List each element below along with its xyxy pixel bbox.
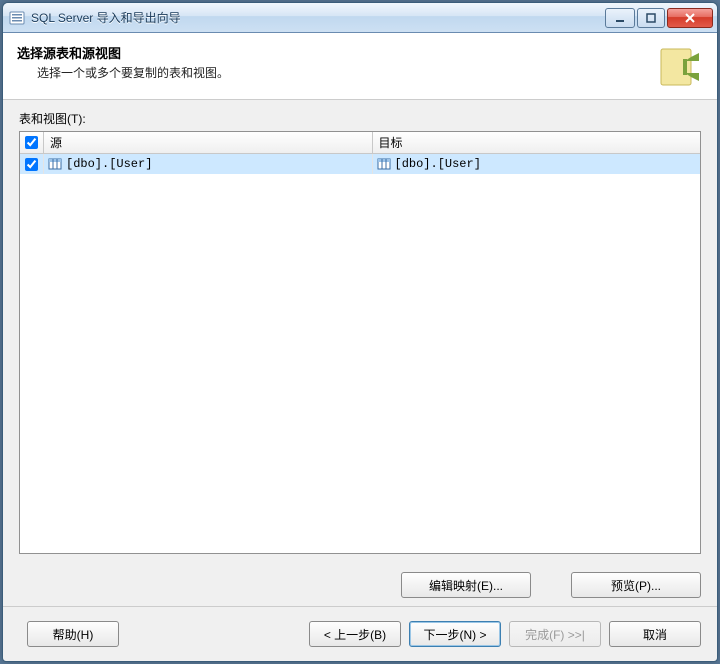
tables-label: 表和视图(T): <box>19 110 701 127</box>
row-source-text: [dbo].[User] <box>66 157 152 171</box>
help-button[interactable]: 帮助(H) <box>27 621 119 647</box>
header-checkbox-cell[interactable] <box>20 132 44 153</box>
row-checkbox[interactable] <box>25 158 38 171</box>
window-controls <box>605 8 713 28</box>
wizard-header: 选择源表和源视图 选择一个或多个要复制的表和视图。 <box>3 33 717 100</box>
cancel-button[interactable]: 取消 <box>609 621 701 647</box>
wizard-footer: 帮助(H) < 上一步(B) 下一步(N) > 完成(F) >>| 取消 <box>3 606 717 661</box>
row-target-text: [dbo].[User] <box>395 157 481 171</box>
preview-button[interactable]: 预览(P)... <box>571 572 701 598</box>
select-all-checkbox[interactable] <box>25 136 38 149</box>
row-checkbox-cell[interactable] <box>20 154 44 174</box>
column-header-source[interactable]: 源 <box>44 132 373 153</box>
edit-mapping-button[interactable]: 编辑映射(E)... <box>401 572 531 598</box>
next-button[interactable]: 下一步(N) > <box>409 621 501 647</box>
close-button[interactable] <box>667 8 713 28</box>
app-icon <box>9 10 25 26</box>
column-header-target[interactable]: 目标 <box>373 132 701 153</box>
wizard-header-icon <box>655 43 703 91</box>
row-source-cell[interactable]: [dbo].[User] <box>44 154 373 174</box>
title-bar[interactable]: SQL Server 导入和导出向导 <box>3 3 717 33</box>
grid-header: 源 目标 <box>20 132 700 154</box>
table-icon <box>48 157 62 171</box>
mapping-buttons-row: 编辑映射(E)... 预览(P)... <box>3 560 717 606</box>
maximize-button[interactable] <box>637 8 665 28</box>
page-subtitle: 选择一个或多个要复制的表和视图。 <box>17 64 645 81</box>
grid-body: [dbo].[User] [dbo].[User] <box>20 154 700 553</box>
wizard-window: SQL Server 导入和导出向导 选择源表和源视图 选择一个或多个要复制的表… <box>2 2 718 662</box>
tables-grid[interactable]: 源 目标 [dbo].[User] <box>19 131 701 554</box>
window-title: SQL Server 导入和导出向导 <box>31 9 605 26</box>
row-target-cell[interactable]: [dbo].[User] <box>373 154 701 174</box>
finish-button[interactable]: 完成(F) >>| <box>509 621 601 647</box>
page-title: 选择源表和源视图 <box>17 43 645 62</box>
table-icon <box>377 157 391 171</box>
table-row[interactable]: [dbo].[User] [dbo].[User] <box>20 154 700 174</box>
content-area: 表和视图(T): 源 目标 [dbo]. <box>3 100 717 560</box>
minimize-button[interactable] <box>605 8 635 28</box>
back-button[interactable]: < 上一步(B) <box>309 621 401 647</box>
